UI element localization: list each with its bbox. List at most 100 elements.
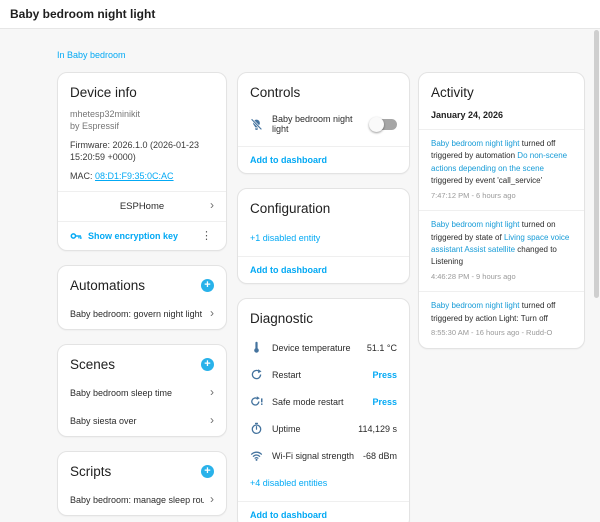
diagnostic-footer: Add to dashboard	[238, 501, 409, 522]
mac-label: MAC:	[70, 171, 95, 181]
automations-header: Automations +	[58, 266, 226, 301]
content-columns: Device info mhetesp32minikit by Espressi…	[0, 72, 600, 522]
activity-card: Activity January 24, 2026 Baby bedroom n…	[418, 72, 585, 349]
controls-card: Controls Baby bedroom night light Add to…	[237, 72, 410, 174]
automations-title: Automations	[70, 278, 145, 293]
scene-label: Baby siesta over	[70, 416, 204, 426]
logbook-entry: Baby bedroom night light turned off trig…	[419, 130, 584, 210]
disabled-entity-link[interactable]: +1 disabled entity	[250, 233, 320, 243]
device-info-card: Device info mhetesp32minikit by Espressi…	[57, 72, 227, 251]
area-link[interactable]: In Baby bedroom	[57, 50, 126, 60]
logbook-entity-link[interactable]: Baby bedroom night light	[431, 220, 520, 229]
automations-card: Automations + Baby bedroom: govern night…	[57, 265, 227, 330]
integration-label: ESPHome	[120, 201, 164, 212]
device-firmware: Firmware: 2026.1.0 (2026-01-23 15:20:59 …	[70, 139, 214, 163]
scene-row[interactable]: Baby bedroom sleep time ›	[58, 380, 226, 408]
overflow-menu-icon[interactable]: ⋮	[199, 230, 214, 241]
add-to-dashboard-link[interactable]: Add to dashboard	[250, 510, 327, 520]
automation-label: Baby bedroom: govern night light via S..…	[70, 309, 204, 319]
add-automation-button[interactable]: +	[201, 279, 214, 292]
logbook-timestamp: 8:55:30 AM - 16 hours ago - Rudd-O	[431, 327, 572, 339]
restart-icon	[250, 368, 263, 381]
device-info-body: mhetesp32minikit by Espressif Firmware: …	[58, 108, 226, 181]
diagnostic-disabled-row: +4 disabled entities	[238, 469, 409, 501]
configuration-title: Configuration	[238, 189, 409, 224]
page-title: Baby bedroom night light	[10, 7, 155, 21]
breadcrumb: In Baby bedroom	[0, 29, 600, 72]
left-column: Device info mhetesp32minikit by Espressi…	[57, 72, 227, 522]
light-entity-row: Baby bedroom night light	[238, 108, 409, 146]
press-button[interactable]: Press	[372, 397, 397, 407]
device-info-title: Device info	[58, 73, 226, 108]
middle-column: Controls Baby bedroom night light Add to…	[237, 72, 410, 522]
scenes-card: Scenes + Baby bedroom sleep time › Baby …	[57, 344, 227, 437]
light-entity-name[interactable]: Baby bedroom night light	[272, 114, 371, 134]
script-row[interactable]: Baby bedroom: manage sleep routine ›	[58, 487, 226, 515]
add-scene-button[interactable]: +	[201, 358, 214, 371]
chevron-right-icon: ›	[210, 495, 214, 504]
device-model: mhetesp32minikit	[70, 108, 214, 120]
disabled-entities-link[interactable]: +4 disabled entities	[250, 478, 327, 488]
wifi-icon	[250, 449, 263, 462]
toggle-thumb	[369, 117, 384, 132]
diagnostic-value: 51.1 °C	[367, 343, 397, 353]
diagnostic-row-restart[interactable]: Restart Press	[238, 361, 409, 388]
timer-icon	[250, 422, 263, 435]
add-to-dashboard-link[interactable]: Add to dashboard	[250, 155, 327, 165]
chevron-right-icon: ›	[210, 416, 214, 425]
thermometer-icon	[250, 341, 263, 354]
device-manufacturer: by Espressif	[70, 120, 214, 132]
diagnostic-label: Uptime	[272, 424, 358, 434]
diagnostic-title: Diagnostic	[238, 299, 409, 334]
mac-address-link[interactable]: 08:D1:F9:35:0C:AC	[95, 171, 174, 181]
scenes-header: Scenes +	[58, 345, 226, 380]
chevron-right-icon: ›	[210, 388, 214, 397]
press-button[interactable]: Press	[372, 370, 397, 380]
scripts-header: Scripts +	[58, 452, 226, 487]
vertical-scrollbar[interactable]	[594, 30, 599, 298]
chevron-right-icon: ›	[210, 309, 214, 318]
restart-alert-icon	[250, 395, 263, 408]
scene-label: Baby bedroom sleep time	[70, 388, 204, 398]
show-encryption-key-button[interactable]: Show encryption key	[88, 231, 178, 241]
diagnostic-label: Wi-Fi signal strength	[272, 451, 363, 461]
logbook-entry: Baby bedroom night light turned off trig…	[419, 292, 584, 347]
scripts-card: Scripts + Baby bedroom: manage sleep rou…	[57, 451, 227, 516]
diagnostic-label: Safe mode restart	[272, 397, 372, 407]
device-mac: MAC: 08:D1:F9:35:0C:AC	[70, 171, 214, 181]
add-script-button[interactable]: +	[201, 465, 214, 478]
logbook-text: triggered by event 'call_service'	[431, 176, 542, 185]
controls-footer: Add to dashboard	[238, 146, 409, 173]
diagnostic-row-wifi[interactable]: Wi-Fi signal strength -68 dBm	[238, 442, 409, 469]
script-label: Baby bedroom: manage sleep routine	[70, 495, 204, 505]
configuration-footer: Add to dashboard	[238, 256, 409, 283]
diagnostic-value: 114,129 s	[358, 424, 397, 434]
logbook-timestamp: 7:47:12 PM - 6 hours ago	[431, 190, 572, 202]
diagnostic-value: -68 dBm	[363, 451, 397, 461]
integration-row-esphome[interactable]: ESPHome ›	[58, 191, 226, 221]
configuration-card: Configuration +1 disabled entity Add to …	[237, 188, 410, 284]
logbook-entry: Baby bedroom night light turned on trigg…	[419, 211, 584, 291]
scenes-title: Scenes	[70, 357, 115, 372]
diagnostic-row-uptime[interactable]: Uptime 114,129 s	[238, 415, 409, 442]
logbook-timestamp: 4:46:28 PM - 9 hours ago	[431, 271, 572, 283]
device-info-footer: Show encryption key ⋮	[58, 221, 226, 250]
diagnostic-row-temperature[interactable]: Device temperature 51.1 °C	[238, 334, 409, 361]
logbook-entity-link[interactable]: Baby bedroom night light	[431, 139, 520, 148]
key-icon	[70, 230, 82, 242]
configuration-disabled-row: +1 disabled entity	[238, 224, 409, 256]
lightbulb-off-icon	[250, 118, 263, 131]
automation-row[interactable]: Baby bedroom: govern night light via S..…	[58, 301, 226, 329]
scene-row[interactable]: Baby siesta over ›	[58, 408, 226, 436]
app-header: Baby bedroom night light	[0, 0, 600, 29]
activity-title: Activity	[419, 73, 584, 108]
add-to-dashboard-link[interactable]: Add to dashboard	[250, 265, 327, 275]
right-column: Activity January 24, 2026 Baby bedroom n…	[418, 72, 585, 363]
chevron-right-icon: ›	[210, 201, 214, 210]
light-toggle-switch[interactable]	[371, 119, 397, 130]
diagnostic-row-safe-mode-restart[interactable]: Safe mode restart Press	[238, 388, 409, 415]
activity-date: January 24, 2026	[419, 108, 584, 129]
logbook-entity-link[interactable]: Baby bedroom night light	[431, 301, 520, 310]
controls-title: Controls	[238, 73, 409, 108]
diagnostic-label: Device temperature	[272, 343, 367, 353]
